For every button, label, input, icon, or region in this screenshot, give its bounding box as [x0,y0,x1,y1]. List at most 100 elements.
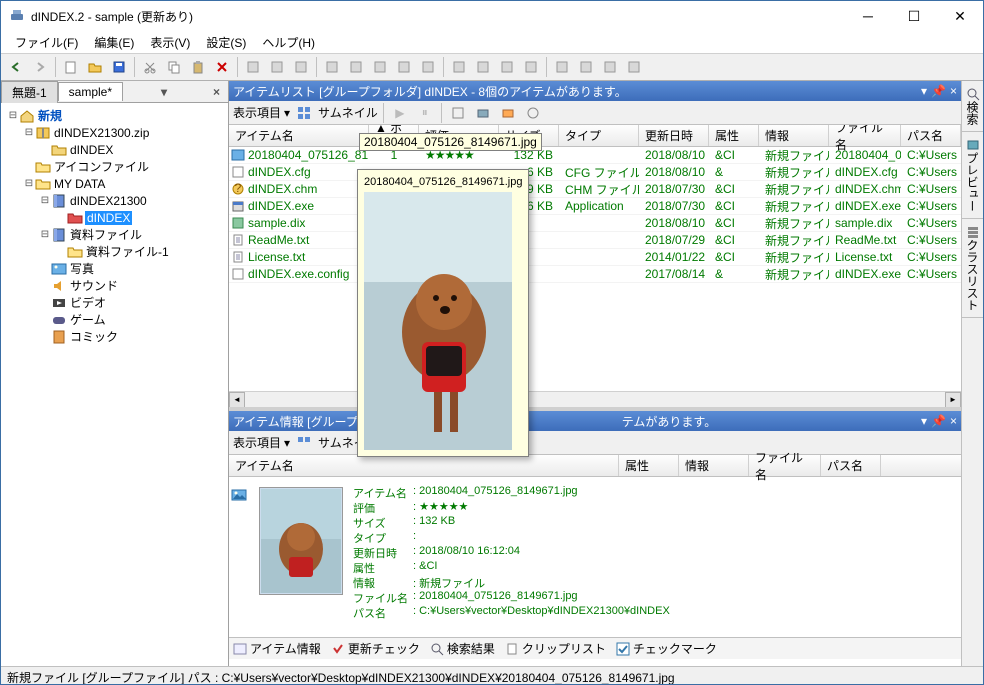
grid-row[interactable]: dINDEX.exe4★★★★★1,906 KBApplication2018/… [229,198,961,215]
nav-back-button[interactable] [5,56,27,78]
toolbar-btn-8[interactable] [448,56,470,78]
toolbar-btn-0[interactable] [242,56,264,78]
tool-d-icon[interactable] [522,102,544,124]
tree-expander-icon[interactable]: ⊟ [39,195,51,206]
info-col-header[interactable]: ファイル名 [749,455,821,476]
tool-c-icon[interactable] [497,102,519,124]
col-header[interactable]: 属性 [709,125,759,146]
tree-expander-icon[interactable]: ⊟ [7,110,19,121]
cut-button[interactable] [139,56,161,78]
toolbar-btn-10[interactable] [496,56,518,78]
tree-row[interactable]: 資料ファイル-1 [3,243,226,260]
bottom-tab-update[interactable]: 更新チェック [331,640,420,657]
tree-row[interactable]: ゲーム [3,311,226,328]
toolbar-btn-9[interactable] [472,56,494,78]
info-close-icon[interactable]: × [950,414,957,428]
pane-dropdown-icon[interactable]: ▾ [921,84,927,98]
pane-close-icon[interactable]: × [950,84,957,98]
col-header[interactable]: ファイル名 [829,125,901,146]
info-thumb-icon[interactable] [293,432,315,454]
toolbar-btn-11[interactable] [520,56,542,78]
tree-row[interactable]: ⊟新規 [3,107,226,124]
info-col-header[interactable]: 属性 [619,455,679,476]
grid-row[interactable]: ReadMe.txt2018/07/29&CI新規ファイルReadMe.txtC… [229,232,961,249]
tool-a-icon[interactable] [447,102,469,124]
col-header[interactable]: アイテム名 [229,125,369,146]
col-header[interactable]: タイプ [559,125,639,146]
tabstrip-close-icon[interactable]: × [209,85,224,99]
maximize-button[interactable]: ☐ [891,1,937,31]
col-header[interactable]: 更新日時 [639,125,709,146]
open-button[interactable] [84,56,106,78]
bottom-tab-clip[interactable]: クリップリスト [505,640,606,657]
tree-row[interactable]: ビデオ [3,294,226,311]
menu-help[interactable]: ヘルプ(H) [254,32,323,53]
toolbar-btn-6[interactable] [393,56,415,78]
minimize-button[interactable]: ─ [845,1,891,31]
grid-row[interactable]: dINDEX.cfg6 KBCFG ファイル2018/08/10&新規ファイルd… [229,164,961,181]
tree-row[interactable]: dINDEX [3,209,226,226]
tree-row[interactable]: アイコンファイル [3,158,226,175]
col-header[interactable]: パス名 [901,125,961,146]
pane-pin-icon[interactable]: 📌 [931,84,946,98]
toolbar-btn-12[interactable] [551,56,573,78]
tree-row[interactable]: ⊟資料ファイル [3,226,226,243]
toolbar-btn-7[interactable] [417,56,439,78]
tree-row[interactable]: 写真 [3,260,226,277]
bottom-tab-info[interactable]: アイテム情報 [233,640,321,657]
menu-edit[interactable]: 編集(E) [86,32,142,53]
toolbar-btn-2[interactable] [290,56,312,78]
tree-row[interactable]: コミック [3,328,226,345]
tree-expander-icon[interactable]: ⊟ [39,229,51,240]
menu-view[interactable]: 表示(V) [142,32,198,53]
tree-row[interactable]: サウンド [3,277,226,294]
copy-button[interactable] [163,56,185,78]
grid-row[interactable]: sample.dix2018/08/10&CI新規ファイルsample.dixC… [229,215,961,232]
side-tab-classlist[interactable]: クラスリスト [962,219,983,318]
nav-fwd-button[interactable] [29,56,51,78]
side-tab-search[interactable]: 検索 [962,81,983,132]
pause-button[interactable]: ⏸ [414,102,436,124]
menu-file[interactable]: ファイル(F) [7,32,86,53]
paste-button[interactable] [187,56,209,78]
tree[interactable]: ⊟新規⊟dINDEX21300.zipdINDEXアイコンファイル⊟MY DAT… [1,103,228,666]
close-button[interactable]: ✕ [937,1,983,31]
grid-row[interactable]: License.txt2014/01/22&CI新規ファイルLicense.tx… [229,249,961,266]
toolbar-btn-14[interactable] [599,56,621,78]
view-dropdown-icon[interactable]: ▾ [284,106,290,120]
toolbar-btn-5[interactable] [369,56,391,78]
toolbar-btn-1[interactable] [266,56,288,78]
tree-expander-icon[interactable]: ⊟ [23,127,35,138]
info-dropdown-icon[interactable]: ▾ [921,414,927,428]
toolbar-btn-13[interactable] [575,56,597,78]
thumbnail-view-icon[interactable] [293,102,315,124]
grid-row[interactable]: ?dINDEX.chm9 KBCHM ファイル2018/07/30&CI新規ファ… [229,181,961,198]
save-button[interactable] [108,56,130,78]
bottom-tab-search[interactable]: 検索結果 [430,640,495,657]
menu-settings[interactable]: 設定(S) [198,32,254,53]
tree-row[interactable]: ⊟dINDEX21300.zip [3,124,226,141]
tree-row[interactable]: ⊟MY DATA [3,175,226,192]
tree-tab-sample[interactable]: sample* [58,82,123,101]
tree-row[interactable]: ⊟dINDEX21300 [3,192,226,209]
grid-row[interactable]: dINDEX.exe.config2017/08/14&新規ファイルdINDEX… [229,266,961,283]
side-tab-preview[interactable]: プレビュー [962,132,983,219]
tabstrip-dropdown-icon[interactable]: ▾ [157,85,171,99]
tree-row[interactable]: dINDEX [3,141,226,158]
play-button[interactable]: ▶ [389,102,411,124]
tree-expander-icon[interactable]: ⊟ [23,178,35,189]
tree-tab-untitled[interactable]: 無題-1 [1,81,58,103]
info-col-header[interactable]: パス名 [821,455,881,476]
col-header[interactable]: 情報 [759,125,829,146]
toolbar-btn-3[interactable] [321,56,343,78]
grid-hscrollbar[interactable]: ◄► [229,391,961,407]
tool-b-icon[interactable] [472,102,494,124]
toolbar-btn-15[interactable] [623,56,645,78]
info-col-header[interactable]: アイテム名 [229,455,619,476]
info-col-header[interactable]: 情報 [679,455,749,476]
item-grid[interactable]: アイテム名▲ ポジシ評価サイズタイプ更新日時属性情報ファイル名パス名 20180… [229,125,961,391]
new-button[interactable] [60,56,82,78]
info-view-dropdown-icon[interactable]: ▾ [284,436,290,450]
toolbar-btn-4[interactable] [345,56,367,78]
delete-button[interactable] [211,56,233,78]
